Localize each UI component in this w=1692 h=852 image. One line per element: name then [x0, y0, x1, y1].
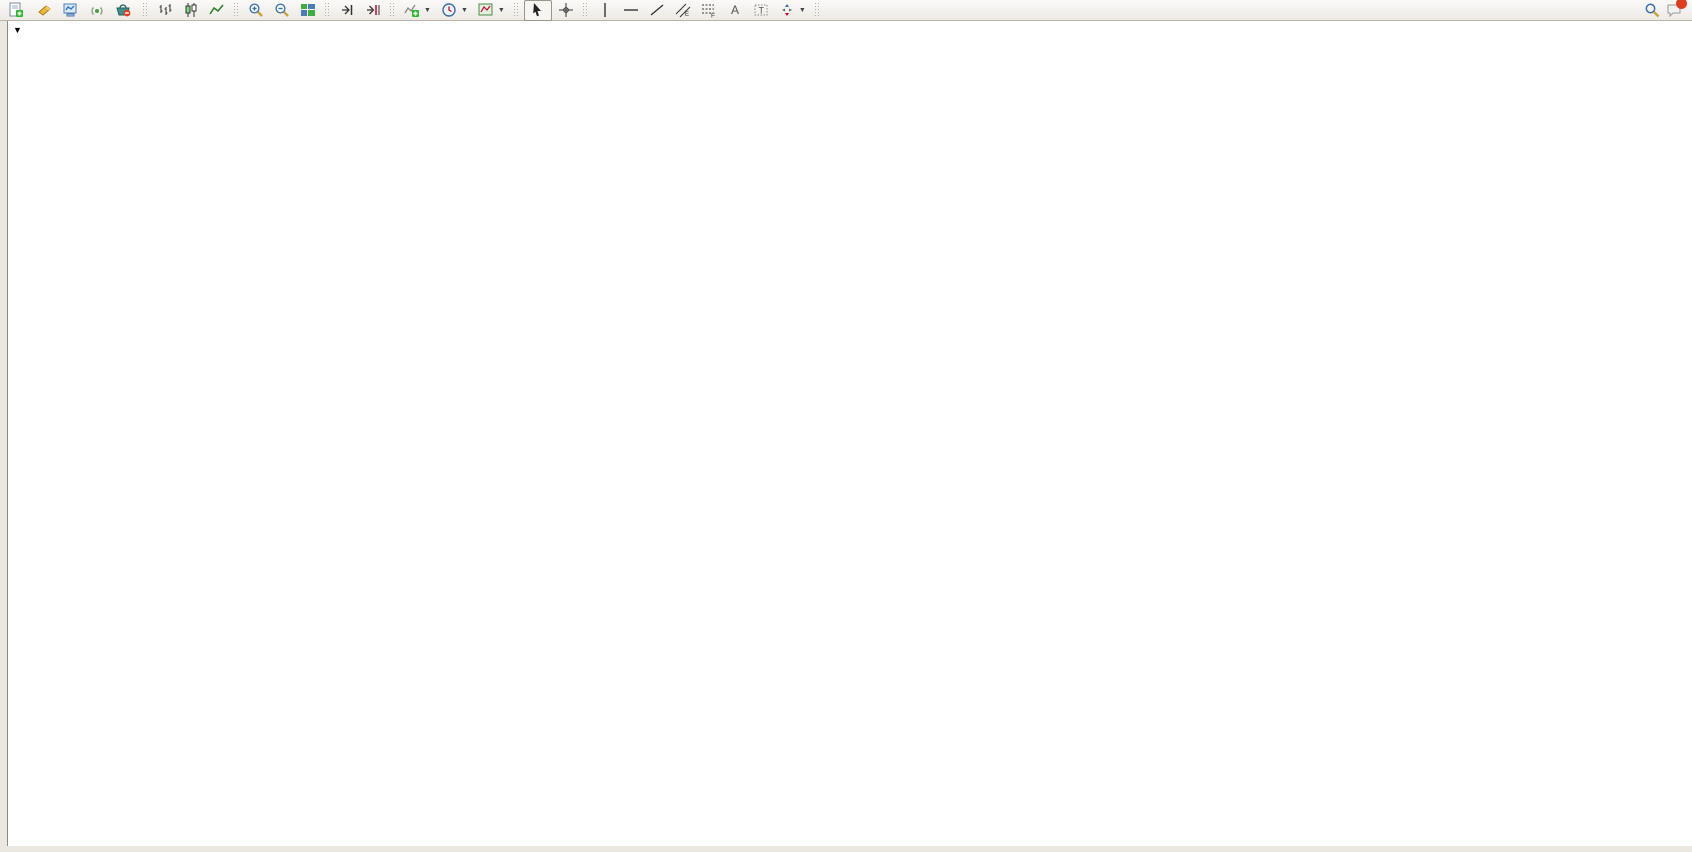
toolbar-grip — [814, 2, 821, 18]
templates-button[interactable]: ▼ — [474, 1, 509, 20]
svg-text:T: T — [758, 6, 764, 16]
line-chart-button[interactable] — [205, 1, 229, 20]
chart-shift-button[interactable] — [361, 1, 385, 20]
cursor-icon — [530, 2, 546, 18]
periods-button[interactable]: ▼ — [437, 1, 472, 20]
trendline-icon — [649, 2, 665, 18]
toolbar-grip — [582, 2, 589, 18]
window-bottom-edge — [0, 846, 1692, 852]
clock-icon — [441, 2, 457, 18]
horizontal-line-icon — [623, 2, 639, 18]
signals-button[interactable] — [85, 1, 109, 20]
profiles-button[interactable] — [33, 1, 57, 20]
mt4-window: ▼ ▼ ▼ E F A — [0, 0, 1692, 852]
chevron-down-icon: ▼ — [424, 7, 431, 14]
signals-icon — [89, 2, 105, 18]
hline-tool-button[interactable] — [619, 1, 643, 20]
tile-windows-icon — [300, 2, 316, 18]
toolbar: ▼ ▼ ▼ E F A — [0, 0, 1692, 21]
chart-title: ▼ — [13, 25, 36, 35]
trendline-tool-button[interactable] — [645, 1, 669, 20]
auto-scroll-icon — [339, 2, 355, 18]
auto-scroll-button[interactable] — [335, 1, 359, 20]
svg-text:F: F — [711, 13, 715, 19]
notifications-button[interactable] — [1666, 2, 1682, 18]
candle-chart-button[interactable] — [179, 1, 203, 20]
fibonacci-icon: F — [701, 2, 717, 18]
cursor-tool-button[interactable] — [524, 0, 552, 21]
toolbar-grip — [324, 2, 331, 18]
channel-tool-button[interactable]: E — [671, 1, 695, 20]
crosshair-icon — [558, 2, 574, 18]
tile-windows-button[interactable] — [296, 1, 320, 20]
zoom-out-button[interactable] — [270, 1, 294, 20]
chevron-down-icon: ▼ — [799, 7, 806, 14]
auto-trading-icon — [115, 2, 131, 18]
bar-chart-icon — [157, 2, 173, 18]
arrows-tool-button[interactable]: ▼ — [775, 1, 810, 20]
auto-trading-button[interactable] — [111, 1, 138, 20]
channel-icon: E — [675, 2, 691, 18]
new-order-button[interactable] — [4, 1, 31, 20]
vline-tool-button[interactable] — [593, 1, 617, 20]
candle-chart-icon — [183, 2, 199, 18]
profiles-icon — [37, 2, 53, 18]
line-chart-icon — [209, 2, 225, 18]
fibonacci-tool-button[interactable]: F — [697, 1, 721, 20]
toolbar-grip — [142, 2, 149, 18]
chart-area[interactable] — [0, 21, 1692, 846]
chart-shift-icon — [365, 2, 381, 18]
one-click-trading-toggle[interactable]: ▼ — [13, 25, 22, 35]
templates-icon — [478, 2, 494, 18]
zoom-in-icon — [248, 2, 264, 18]
label-tool-button[interactable]: T — [749, 1, 773, 20]
new-order-icon — [8, 2, 24, 18]
search-icon[interactable] — [1644, 2, 1660, 18]
window-left-edge — [0, 21, 8, 846]
price-chart[interactable] — [0, 21, 1692, 846]
toolbar-grip — [233, 2, 240, 18]
toolbar-grip — [513, 2, 520, 18]
text-tool-button[interactable]: A — [723, 1, 747, 20]
zoom-out-icon — [274, 2, 290, 18]
indicators-icon — [404, 2, 420, 18]
chevron-down-icon: ▼ — [461, 7, 468, 14]
chevron-down-icon: ▼ — [498, 7, 505, 14]
crosshair-tool-button[interactable] — [554, 1, 578, 20]
bar-chart-button[interactable] — [153, 1, 177, 20]
indicators-button[interactable]: ▼ — [400, 1, 435, 20]
market-watch-icon — [63, 2, 79, 18]
text-icon: A — [727, 2, 743, 18]
zoom-in-button[interactable] — [244, 1, 268, 20]
text-label-icon: T — [753, 2, 769, 18]
vertical-line-icon — [597, 2, 613, 18]
toolbar-grip — [389, 2, 396, 18]
svg-text:E: E — [685, 12, 689, 18]
market-watch-button[interactable] — [59, 1, 83, 20]
svg-text:A: A — [731, 3, 739, 17]
arrows-icon — [779, 2, 795, 18]
notification-badge — [1676, 0, 1687, 9]
